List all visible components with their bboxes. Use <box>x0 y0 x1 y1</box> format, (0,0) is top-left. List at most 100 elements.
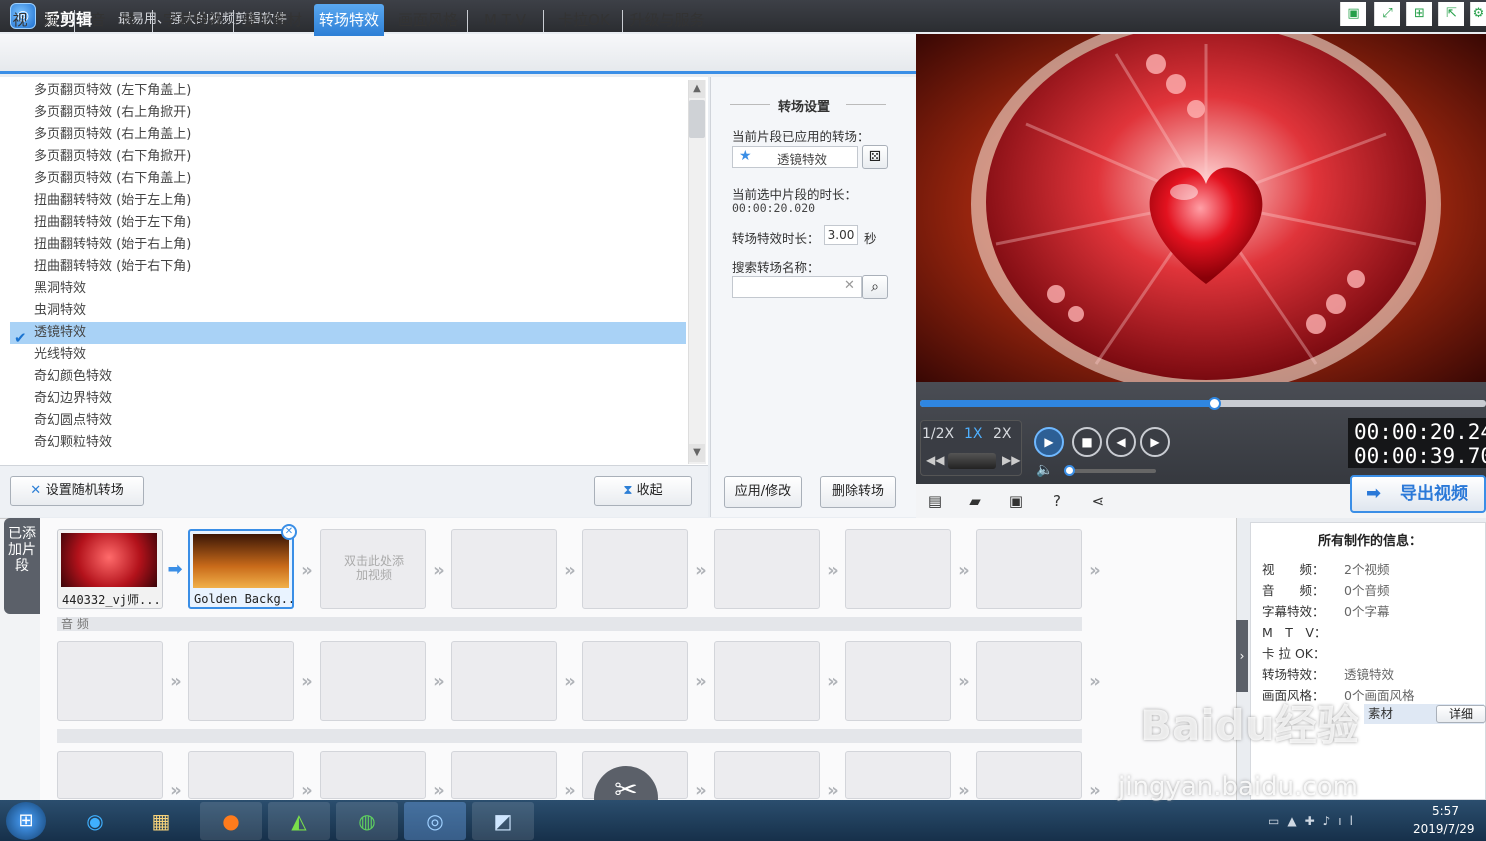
help-icon[interactable]: ? <box>1046 490 1068 512</box>
export-video-button[interactable]: ➡ 导出视频 <box>1350 475 1486 513</box>
remove-clip-icon[interactable]: ✕ <box>281 524 297 540</box>
empty-slot[interactable] <box>845 751 951 799</box>
transition-item[interactable]: 多页翻页特效 (右上角掀开) <box>10 102 686 124</box>
save-project-icon[interactable]: ▣ <box>1005 490 1027 512</box>
video-preview[interactable] <box>916 34 1486 382</box>
save-icon[interactable]: ⊞ <box>1406 2 1432 26</box>
tab-subtitle-effects[interactable]: 字幕特效 <box>156 4 230 36</box>
transition-item[interactable]: 奇幻圆点特效 <box>10 410 686 432</box>
audio-slot[interactable] <box>582 641 688 721</box>
empty-slot[interactable] <box>845 529 951 609</box>
skin-icon[interactable]: ▣ <box>1340 2 1366 26</box>
empty-slot[interactable] <box>188 751 294 799</box>
transition-item[interactable]: 光线特效 <box>10 344 686 366</box>
collapse-button[interactable]: ⧗ 收起 <box>594 476 692 506</box>
transition-item[interactable]: 多页翻页特效 (右下角盖上) <box>10 168 686 190</box>
taskbar-media-icon[interactable]: ◉ <box>64 802 126 840</box>
jog-wheel[interactable] <box>948 453 996 469</box>
empty-slot[interactable] <box>451 751 557 799</box>
tray-icons[interactable]: ▭▲✚♪ıl <box>1268 814 1361 828</box>
fullscreen-icon[interactable]: ⤢ <box>1374 2 1400 26</box>
transition-item[interactable]: 奇幻颜色特效 <box>10 366 686 388</box>
transition-item[interactable]: 奇幻边界特效 <box>10 388 686 410</box>
tab-mtv[interactable]: M T V <box>472 4 538 36</box>
taskbar-browser-icon[interactable]: ◍ <box>336 802 398 840</box>
scroll-thumb[interactable] <box>689 100 705 138</box>
audio-slot[interactable] <box>57 641 163 721</box>
tab-upgrade[interactable]: 升级与服务 <box>626 4 708 36</box>
detail-button[interactable]: 详细 <box>1436 705 1486 723</box>
empty-slot[interactable] <box>714 751 820 799</box>
tab-overlay[interactable]: 叠加素材 <box>236 4 308 36</box>
prev-frame-icon[interactable]: ◀ <box>1106 427 1136 457</box>
empty-slot[interactable] <box>976 529 1082 609</box>
apply-button[interactable]: 应用/修改 <box>724 476 802 508</box>
play-icon[interactable]: ▶ <box>1034 427 1064 457</box>
audio-slot[interactable] <box>451 641 557 721</box>
scroll-up-icon[interactable]: ▲ <box>689 80 705 98</box>
empty-slot[interactable] <box>582 529 688 609</box>
speed-2x[interactable]: 2X <box>993 426 1012 442</box>
speed-1x[interactable]: 1X <box>964 426 983 442</box>
share-icon[interactable]: ⇱ <box>1438 2 1464 26</box>
tab-karaoke[interactable]: 卡拉OK <box>548 4 620 36</box>
transition-item[interactable]: 多页翻页特效 (右下角掀开) <box>10 146 686 168</box>
transition-item[interactable]: 扭曲翻转特效 (始于左上角) <box>10 190 686 212</box>
transition-item[interactable]: 扭曲翻转特效 (始于右下角) <box>10 256 686 278</box>
clear-icon[interactable]: ✕ <box>844 278 855 293</box>
audio-slot[interactable] <box>714 641 820 721</box>
effect-duration-input[interactable]: 3.00 <box>824 225 858 245</box>
next-frame-icon[interactable]: ▶ <box>1140 427 1170 457</box>
volume-slider[interactable] <box>1066 469 1156 473</box>
scroll-down-icon[interactable]: ▼ <box>689 444 705 462</box>
empty-slot[interactable] <box>451 529 557 609</box>
tab-audio[interactable]: 音 频 <box>82 4 144 36</box>
transition-item[interactable]: 透镜特效 <box>10 322 686 344</box>
transition-item[interactable]: 扭曲翻转特效 (始于左下角) <box>10 212 686 234</box>
stop-icon[interactable]: ■ <box>1072 427 1102 457</box>
video-clip[interactable]: Golden Backg... <box>188 529 294 609</box>
tab-transitions[interactable]: 转场特效 <box>314 4 384 36</box>
open-folder-icon[interactable]: ▰ <box>964 490 986 512</box>
audio-slot[interactable] <box>320 641 426 721</box>
fast-forward-icon[interactable]: ▶▶ <box>1002 453 1020 467</box>
search-input[interactable] <box>732 276 862 298</box>
taskbar-firefox-icon[interactable]: ● <box>200 802 262 840</box>
empty-slot[interactable] <box>57 751 163 799</box>
transition-item[interactable]: 扭曲翻转特效 (始于右上角) <box>10 234 686 256</box>
rewind-icon[interactable]: ◀◀ <box>926 453 944 467</box>
taskbar-aijianji-icon[interactable]: ◎ <box>404 802 466 840</box>
volume-knob[interactable] <box>1064 465 1075 476</box>
video-clip[interactable]: 440332_vj师... <box>57 529 163 609</box>
audio-slot[interactable] <box>976 641 1082 721</box>
mute-icon[interactable]: 🔈 <box>1036 462 1053 478</box>
transition-item[interactable]: 虫洞特效 <box>10 300 686 322</box>
taskbar-editor-icon[interactable]: ◭ <box>268 802 330 840</box>
tab-picture-style[interactable]: 画面风格 <box>392 4 464 36</box>
search-icon[interactable]: ⌕ <box>862 275 888 299</box>
start-button-icon[interactable]: ⊞ <box>6 802 46 840</box>
playback-progress-knob[interactable] <box>1208 397 1221 410</box>
transition-item[interactable]: 多页翻页特效 (右上角盖上) <box>10 124 686 146</box>
delete-transition-button[interactable]: 删除转场 <box>820 476 896 508</box>
empty-slot[interactable] <box>320 751 426 799</box>
empty-slot[interactable] <box>714 529 820 609</box>
transition-item[interactable]: 奇幻颗粒特效 <box>10 432 686 454</box>
share-network-icon[interactable]: ⋖ <box>1087 490 1109 512</box>
speed-half[interactable]: 1/2X <box>922 426 954 442</box>
dice-icon[interactable]: ⚄ <box>862 145 888 169</box>
tab-video[interactable]: 视 频 <box>4 4 66 36</box>
audio-slot[interactable] <box>188 641 294 721</box>
empty-slot[interactable] <box>976 751 1082 799</box>
close-icon[interactable]: ⚙ <box>1470 2 1486 26</box>
taskbar-app-icon[interactable]: ◩ <box>472 802 534 840</box>
expand-icon[interactable]: › <box>1236 620 1248 692</box>
new-project-icon[interactable]: ▤ <box>924 490 946 512</box>
add-video-slot[interactable]: 双击此处添加视频 <box>320 529 426 609</box>
taskbar-explorer-icon[interactable]: ▦ <box>130 802 192 840</box>
transition-item[interactable]: 多页翻页特效 (左下角盖上) <box>10 80 686 102</box>
transition-item[interactable]: 黑洞特效 <box>10 278 686 300</box>
random-transition-button[interactable]: ✕ 设置随机转场 <box>10 476 144 506</box>
clip-transition-arrow-icon[interactable]: ➡ <box>166 560 184 580</box>
audio-slot[interactable] <box>845 641 951 721</box>
